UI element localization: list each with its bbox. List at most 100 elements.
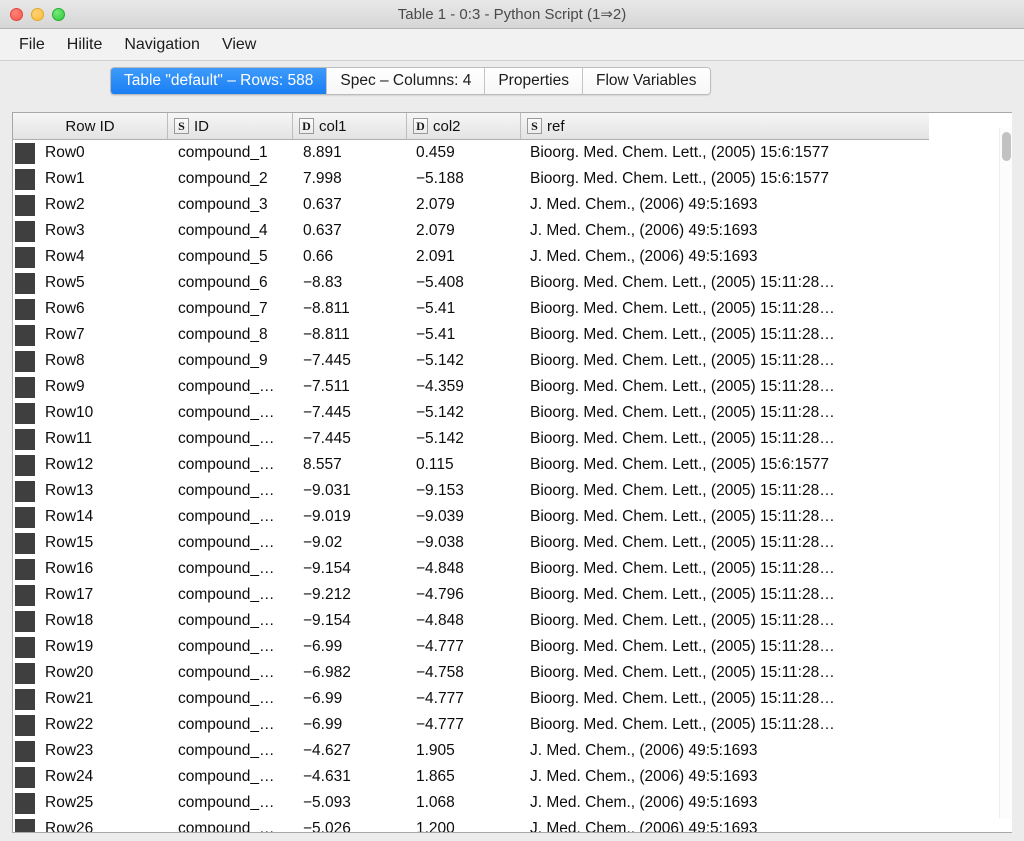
row-color-swatch-cell bbox=[13, 740, 39, 762]
column-header-rowid[interactable]: Row ID bbox=[13, 113, 168, 139]
table-row[interactable]: Row9 compound_… −7.511 −4.359 Bioorg. Med. C… bbox=[13, 374, 929, 400]
col1-cell: −8.811 bbox=[303, 326, 350, 343]
row-color-swatch bbox=[15, 480, 35, 502]
ref-cell: J. Med. Chem., (2006) 49:5:1693 bbox=[530, 196, 758, 213]
col2-cell: 2.091 bbox=[416, 248, 455, 265]
minimize-window-button[interactable] bbox=[31, 7, 44, 21]
id-cell: compound_… bbox=[178, 690, 275, 707]
table-row[interactable]: Row10 compound_… −7.445 −5.142 Bioorg. Med. … bbox=[13, 400, 929, 426]
row-color-swatch bbox=[15, 506, 35, 528]
menu-item-navigation[interactable]: Navigation bbox=[113, 33, 211, 57]
table-row[interactable]: Row2 compound_3 0.637 2.079 J. Med. Chem., (… bbox=[13, 192, 929, 218]
col2-cell: −4.848 bbox=[416, 612, 464, 629]
row-id-cell: Row7 bbox=[45, 326, 85, 343]
table-row[interactable]: Row4 compound_5 0.66 2.091 J. Med. Chem., (2… bbox=[13, 244, 929, 270]
table-row[interactable]: Row26 compound_… −5.026 1.200 J. Med. Chem.,… bbox=[13, 816, 929, 832]
table-row[interactable]: Row17 compound_… −9.212 −4.796 Bioorg. Med. … bbox=[13, 582, 929, 608]
col1-cell: −4.631 bbox=[303, 768, 351, 785]
tab-flow-variables[interactable]: Flow Variables bbox=[583, 68, 710, 94]
column-header-col1[interactable]: D col1 bbox=[293, 113, 407, 139]
table-row[interactable]: Row3 compound_4 0.637 2.079 J. Med. Chem., (… bbox=[13, 218, 929, 244]
menu-item-file[interactable]: File bbox=[8, 33, 56, 57]
table-row[interactable]: Row8 compound_9 −7.445 −5.142 Bioorg. Med. C… bbox=[13, 348, 929, 374]
ref-cell: J. Med. Chem., (2006) 49:5:1693 bbox=[530, 794, 758, 811]
row-id-cell: Row14 bbox=[45, 508, 94, 525]
tab-properties[interactable]: Properties bbox=[485, 68, 583, 94]
row-color-swatch bbox=[15, 454, 35, 476]
id-cell: compound_… bbox=[178, 612, 275, 629]
table-row[interactable]: Row18 compound_… −9.154 −4.848 Bioorg. Med. … bbox=[13, 608, 929, 634]
column-header-ref[interactable]: S ref bbox=[521, 113, 929, 139]
row-color-swatch bbox=[15, 220, 35, 242]
table-row[interactable]: Row19 compound_… −6.99 −4.777 Bioorg. Med. C… bbox=[13, 634, 929, 660]
row-id-cell: Row24 bbox=[45, 768, 94, 785]
table-row[interactable]: Row12 compound_… 8.557 0.115 Bioorg. Med. Ch… bbox=[13, 452, 929, 478]
table-row[interactable]: Row11 compound_… −7.445 −5.142 Bioorg. Med. … bbox=[13, 426, 929, 452]
close-window-button[interactable] bbox=[10, 7, 23, 21]
row-id-cell: Row26 bbox=[45, 820, 94, 832]
col2-cell: −9.038 bbox=[416, 534, 464, 551]
row-color-swatch-cell bbox=[13, 142, 39, 164]
ref-cell: Bioorg. Med. Chem. Lett., (2005) 15:6:15… bbox=[530, 170, 829, 187]
tab-spec[interactable]: Spec – Columns: 4 bbox=[327, 68, 486, 94]
table-row[interactable]: Row24 compound_… −4.631 1.865 J. Med. Chem.,… bbox=[13, 764, 929, 790]
id-cell: compound_… bbox=[178, 664, 275, 681]
menu-item-view[interactable]: View bbox=[211, 33, 267, 57]
ref-cell: J. Med. Chem., (2006) 49:5:1693 bbox=[530, 742, 758, 759]
ref-cell: Bioorg. Med. Chem. Lett., (2005) 15:11:2… bbox=[530, 612, 835, 629]
table-row[interactable]: Row7 compound_8 −8.811 −5.41 Bioorg. Med. Ch… bbox=[13, 322, 929, 348]
row-id-cell: Row20 bbox=[45, 664, 94, 681]
id-cell: compound_… bbox=[178, 430, 275, 447]
column-header-id-label: ID bbox=[194, 117, 209, 135]
table-row[interactable]: Row1 compound_2 7.998 −5.188 Bioorg. Med. Ch… bbox=[13, 166, 929, 192]
table-row[interactable]: Row21 compound_… −6.99 −4.777 Bioorg. Med. C… bbox=[13, 686, 929, 712]
col1-cell: −7.445 bbox=[303, 404, 351, 421]
zoom-window-button[interactable] bbox=[52, 7, 65, 21]
table-row[interactable]: Row16 compound_… −9.154 −4.848 Bioorg. Med. … bbox=[13, 556, 929, 582]
table-row[interactable]: Row0 compound_1 8.891 0.459 Bioorg. Med. Che… bbox=[13, 140, 929, 166]
col1-cell: −6.99 bbox=[303, 690, 343, 707]
tab-table[interactable]: Table "default" – Rows: 588 bbox=[111, 68, 328, 94]
table-row[interactable]: Row5 compound_6 −8.83 −5.408 Bioorg. Med. Ch… bbox=[13, 270, 929, 296]
vertical-scrollbar-thumb[interactable] bbox=[1002, 132, 1011, 161]
col2-cell: 0.459 bbox=[416, 144, 455, 161]
col2-cell: −4.359 bbox=[416, 378, 464, 395]
ref-cell: Bioorg. Med. Chem. Lett., (2005) 15:11:2… bbox=[530, 534, 835, 551]
id-cell: compound_9 bbox=[178, 352, 268, 369]
table-header-row: Row ID S ID D col1 D col2 S ref bbox=[13, 113, 929, 140]
table-row[interactable]: Row14 compound_… −9.019 −9.039 Bioorg. Med. … bbox=[13, 504, 929, 530]
table-row[interactable]: Row13 compound_… −9.031 −9.153 Bioorg. Med. … bbox=[13, 478, 929, 504]
row-color-swatch-cell bbox=[13, 584, 39, 606]
column-header-id[interactable]: S ID bbox=[168, 113, 293, 139]
menu-item-hilite[interactable]: Hilite bbox=[56, 33, 114, 57]
row-color-swatch-cell bbox=[13, 272, 39, 294]
col2-cell: −4.777 bbox=[416, 638, 464, 655]
string-type-icon: S bbox=[174, 118, 189, 134]
col1-cell: −6.99 bbox=[303, 716, 343, 733]
table-row[interactable]: Row15 compound_… −9.02 −9.038 Bioorg. Med. C… bbox=[13, 530, 929, 556]
row-color-swatch bbox=[15, 714, 35, 736]
table-body[interactable]: Row0 compound_1 8.891 0.459 Bioorg. Med. Che… bbox=[13, 140, 929, 832]
string-type-icon: S bbox=[527, 118, 542, 134]
double-type-icon: D bbox=[299, 118, 314, 134]
window-title: Table 1 - 0:3 - Python Script (1⇒2) bbox=[397, 6, 627, 23]
row-id-cell: Row25 bbox=[45, 794, 94, 811]
table-row[interactable]: Row25 compound_… −5.093 1.068 J. Med. Chem.,… bbox=[13, 790, 929, 816]
table-row[interactable]: Row23 compound_… −4.627 1.905 J. Med. Chem.,… bbox=[13, 738, 929, 764]
row-id-cell: Row11 bbox=[45, 430, 93, 447]
col1-cell: 8.557 bbox=[303, 456, 342, 473]
ref-cell: Bioorg. Med. Chem. Lett., (2005) 15:11:2… bbox=[530, 482, 835, 499]
row-color-swatch bbox=[15, 142, 35, 164]
table-row[interactable]: Row6 compound_7 −8.811 −5.41 Bioorg. Med. Ch… bbox=[13, 296, 929, 322]
table-row[interactable]: Row20 compound_… −6.982 −4.758 Bioorg. Med. … bbox=[13, 660, 929, 686]
col1-cell: 7.998 bbox=[303, 170, 342, 187]
window-controls bbox=[0, 7, 65, 21]
column-header-rowid-label: Row ID bbox=[65, 117, 115, 135]
row-color-swatch bbox=[15, 376, 35, 398]
row-color-swatch-cell bbox=[13, 532, 39, 554]
table-row[interactable]: Row22 compound_… −6.99 −4.777 Bioorg. Med. C… bbox=[13, 712, 929, 738]
row-color-swatch-cell bbox=[13, 506, 39, 528]
column-header-col2[interactable]: D col2 bbox=[407, 113, 521, 139]
vertical-scrollbar[interactable] bbox=[999, 128, 1012, 818]
ref-cell: Bioorg. Med. Chem. Lett., (2005) 15:11:2… bbox=[530, 430, 835, 447]
